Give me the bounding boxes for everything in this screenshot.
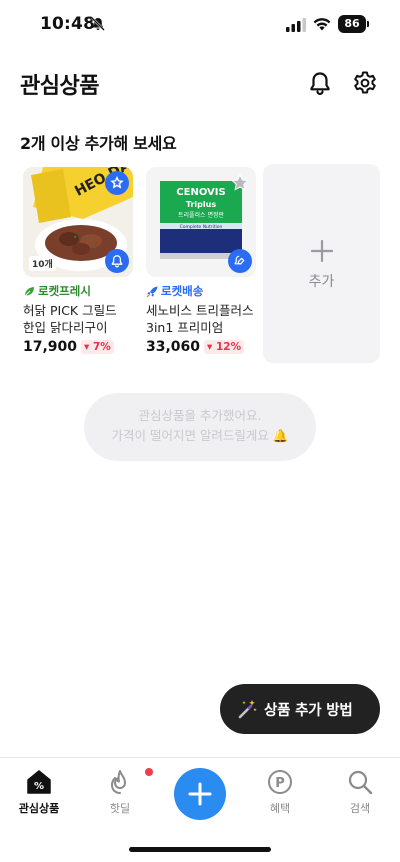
leaf-icon bbox=[24, 286, 34, 296]
price-row: 17,900 ▾ 7% bbox=[23, 339, 133, 355]
rocket-delivery-badge: 로켓배송 bbox=[146, 283, 256, 299]
add-product-fab[interactable] bbox=[174, 768, 226, 820]
product-name: 세노비스 트리플러스 3in1 프리미엄 멀티… bbox=[146, 303, 254, 335]
product-image-2: CENOVIS Triplus 트리플러스 면정판 Complete Nutri… bbox=[146, 167, 256, 277]
price-tag-home-icon: % bbox=[27, 770, 51, 794]
tab-hotdeal[interactable]: 핫딜 bbox=[85, 768, 155, 816]
settings-gear-icon[interactable] bbox=[352, 70, 378, 96]
tab-search[interactable]: 검색 bbox=[325, 768, 395, 816]
notification-bell-icon[interactable] bbox=[307, 70, 333, 96]
bell-emoji-icon: 🔔 bbox=[272, 428, 289, 443]
rocket-fresh-badge: 로켓프레시 bbox=[23, 283, 133, 299]
tab-benefits[interactable]: P 혜택 bbox=[245, 768, 315, 816]
home-indicator bbox=[129, 847, 271, 852]
product-card-2[interactable]: CENOVIS Triplus 트리플러스 면정판 Complete Nutri… bbox=[146, 167, 256, 355]
discount-value: 7% bbox=[92, 341, 111, 353]
tab-watchlist[interactable]: % 관심상품 bbox=[4, 768, 74, 816]
search-icon bbox=[348, 770, 373, 795]
edit-alert-icon bbox=[234, 255, 245, 265]
svg-text:P: P bbox=[275, 776, 285, 791]
svg-text:%: % bbox=[34, 781, 44, 792]
tab-label: 혜택 bbox=[269, 802, 291, 815]
price-row: 33,060 ▾ 12% bbox=[146, 339, 256, 355]
cellular-signal-icon bbox=[286, 18, 306, 32]
badge-label: 로켓배송 bbox=[161, 284, 204, 298]
image-sub-text: 트리플러스 면정판 bbox=[178, 211, 225, 219]
status-time: 10:48 bbox=[40, 14, 96, 34]
section-title: 2개 이상 추가해 보세요 bbox=[20, 134, 177, 153]
discount-badge: ▾ 7% bbox=[81, 340, 114, 354]
discount-badge: ▾ 12% bbox=[204, 340, 245, 354]
plus-icon bbox=[188, 782, 212, 806]
wifi-icon bbox=[313, 18, 331, 31]
plus-icon bbox=[311, 240, 333, 262]
image-caption-text: Complete Nutrition bbox=[180, 224, 223, 230]
battery-indicator: 86 bbox=[338, 15, 369, 33]
discount-value: 12% bbox=[215, 341, 242, 353]
badge-label: 로켓프레시 bbox=[38, 284, 91, 298]
product-name: 허닭 PICK 그릴드 한입 닭다리구이 오리… bbox=[23, 303, 117, 335]
image-product-text: Triplus bbox=[186, 200, 216, 209]
product-image-1: HEO DAK 10개 bbox=[23, 167, 133, 277]
points-coin-icon: P bbox=[268, 770, 292, 794]
price-alert-button[interactable] bbox=[105, 249, 129, 273]
quantity-tag: 10개 bbox=[29, 256, 56, 271]
product-price: 17,900 bbox=[23, 339, 78, 355]
how-to-add-button[interactable]: 상품 추가 방법 bbox=[220, 684, 380, 734]
how-to-add-label: 상품 추가 방법 bbox=[264, 702, 353, 719]
favorite-star-icon[interactable] bbox=[105, 171, 129, 195]
status-bar: 10:48 86 bbox=[0, 0, 400, 50]
toast-line-1: 관심상품을 추가했어요. bbox=[138, 408, 262, 423]
magic-wand-icon bbox=[238, 700, 257, 719]
new-dot-indicator bbox=[145, 768, 153, 776]
bell-muted-icon bbox=[91, 17, 105, 31]
tab-label: 핫딜 bbox=[109, 802, 131, 815]
add-label: 추가 bbox=[308, 274, 335, 290]
added-toast: 관심상품을 추가했어요. 가격이 떨어지면 알려드릴게요 🔔 bbox=[84, 393, 316, 461]
product-price: 33,060 bbox=[146, 339, 201, 355]
image-brand-text: CENOVIS bbox=[176, 187, 225, 198]
tab-label: 관심상품 bbox=[18, 802, 60, 815]
price-alert-edit-button[interactable] bbox=[228, 249, 252, 273]
toast-line-2-text: 가격이 떨어지면 알려드릴게요 bbox=[111, 428, 269, 443]
rocket-icon bbox=[146, 286, 158, 297]
product-card-1[interactable]: HEO DAK 10개 로켓프레시 허닭 PI bbox=[23, 167, 133, 355]
favorite-star-icon[interactable] bbox=[228, 171, 252, 195]
bell-icon bbox=[111, 255, 123, 268]
tab-label: 검색 bbox=[349, 802, 371, 815]
add-product-card[interactable]: 추가 bbox=[263, 164, 380, 363]
toast-line-2: 가격이 떨어지면 알려드릴게요 🔔 bbox=[84, 426, 316, 446]
page-title: 관심상품 bbox=[20, 74, 99, 99]
flame-icon bbox=[110, 770, 126, 794]
